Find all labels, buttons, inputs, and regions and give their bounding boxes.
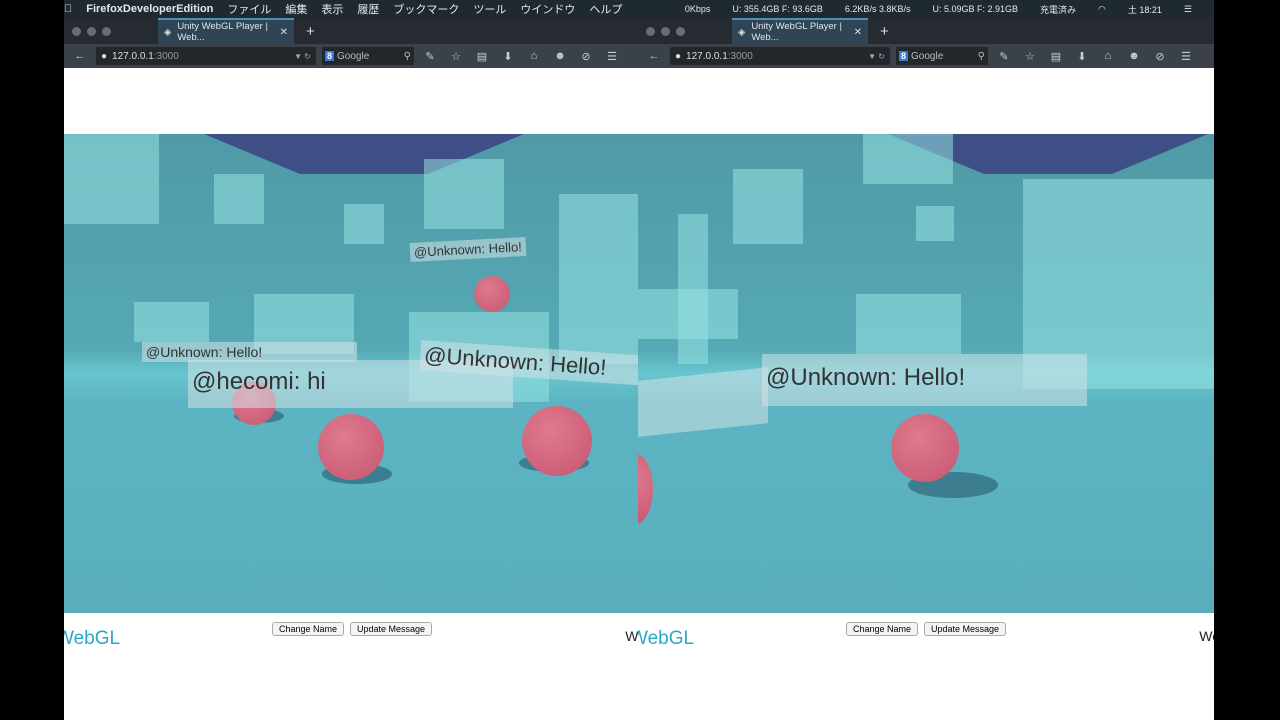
unity-game-canvas[interactable]: @Unknown: Hello! xyxy=(638,134,1214,613)
clipboard-icon[interactable]: ▤ xyxy=(472,50,492,63)
home-icon[interactable]: ⌂ xyxy=(524,50,544,62)
search-placeholder: Google xyxy=(911,50,944,62)
tab-title: Unity WebGL Player | Web... xyxy=(751,21,842,43)
url-bar[interactable]: ● 127.0.0.1:3000 ▼ ↻ xyxy=(670,47,890,65)
search-placeholder: Google xyxy=(337,50,370,62)
disk-status: U: 355.4GB F: 93.6GB xyxy=(732,4,823,14)
network-status: 0Kbps xyxy=(684,4,711,14)
block-icon[interactable]: ⊘ xyxy=(1150,50,1170,63)
menu-icon[interactable]: ☰ xyxy=(1176,50,1196,63)
url-host: 127.0.0.1 xyxy=(686,50,728,62)
dropdown-icon[interactable]: ▼ ↻ xyxy=(294,52,311,61)
download-icon[interactable]: ⬇ xyxy=(1072,50,1092,63)
url-host: 127.0.0.1 xyxy=(112,50,154,62)
unity-icon: ◈ xyxy=(738,26,746,38)
chat-label: @Unknown: Hello! xyxy=(409,236,527,263)
menu-file[interactable]: ファイル xyxy=(227,1,271,17)
chat-label: @Unknown: Hello! xyxy=(142,342,357,362)
update-message-button[interactable]: Update Message xyxy=(350,622,433,636)
search-input[interactable]: 8 Google ⚲ xyxy=(896,47,988,65)
unity-icon: ◈ xyxy=(164,26,172,38)
star-icon[interactable]: ☆ xyxy=(446,50,466,63)
google-icon[interactable]: 8 xyxy=(325,51,335,61)
tab-bar: ◈ Unity WebGL Player | Web... ✕ + xyxy=(638,18,1214,44)
tab-unity[interactable]: ◈ Unity WebGL Player | Web... ✕ xyxy=(732,18,868,44)
tab-unity[interactable]: ◈ Unity WebGL Player | Web... ✕ xyxy=(158,18,294,44)
menu-bookmarks[interactable]: ブックマーク xyxy=(393,1,459,17)
tab-bar: ◈ Unity WebGL Player | Web... ✕ + xyxy=(64,18,640,44)
search-input[interactable]: 8 Google ⚲ xyxy=(322,47,414,65)
chat-icon[interactable]: ☻ xyxy=(550,50,570,62)
clock[interactable]: 土 18:21 xyxy=(1128,3,1162,16)
nav-toolbar: ← ● 127.0.0.1:3000 ▼ ↻ 8 Google ⚲ ✎ ☆ ▤ ⬇ … xyxy=(638,44,1214,68)
star-icon[interactable]: ☆ xyxy=(1020,50,1040,63)
close-tab-icon[interactable]: ✕ xyxy=(280,27,288,38)
url-bar[interactable]: ● 127.0.0.1:3000 ▼ ↻ xyxy=(96,47,316,65)
change-name-button[interactable]: Change Name xyxy=(845,622,918,636)
clipboard-icon[interactable]: ▤ xyxy=(1046,50,1066,63)
wifi-icon[interactable]: ◠ xyxy=(1098,4,1106,15)
update-message-button[interactable]: Update Message xyxy=(924,622,1007,636)
menu-icon[interactable]: ☰ xyxy=(602,50,622,63)
memory-status: U: 5.09GB F: 2.91GB xyxy=(932,4,1019,14)
menu-view[interactable]: 表示 xyxy=(321,1,343,17)
menu-history[interactable]: 履歴 xyxy=(357,1,379,17)
search-icon[interactable]: ⚲ xyxy=(978,51,985,62)
home-icon[interactable]: ⌂ xyxy=(1098,50,1118,62)
wrench-icon[interactable]: ✎ xyxy=(994,50,1014,63)
menu-app-name[interactable]: FirefoxDeveloperEdition xyxy=(86,3,213,15)
change-name-button[interactable]: Change Name xyxy=(271,622,344,636)
back-icon[interactable]: ← xyxy=(644,50,664,62)
search-icon[interactable]: ⚲ xyxy=(404,51,411,62)
chat-label: @Unknown: Hello! xyxy=(762,354,1087,406)
new-tab-button[interactable]: + xyxy=(880,23,889,40)
dropdown-icon[interactable]: ▼ ↻ xyxy=(868,52,885,61)
wrench-icon[interactable]: ✎ xyxy=(420,50,440,63)
menu-window[interactable]: ウインドウ xyxy=(520,1,575,17)
menu-help[interactable]: ヘルプ xyxy=(589,1,622,17)
block-icon[interactable]: ⊘ xyxy=(576,50,596,63)
battery-status: 充電済み xyxy=(1040,4,1077,15)
unity-game-canvas[interactable]: @Unknown: Hello! @Unknown: Hello! @hecom… xyxy=(64,134,640,613)
menu-tools[interactable]: ツール xyxy=(473,1,506,17)
tab-title: Unity WebGL Player | Web... xyxy=(177,21,268,43)
url-port: :3000 xyxy=(727,50,753,62)
browser-window-left: ◈ Unity WebGL Player | Web... ✕ + ← ● 12… xyxy=(64,18,640,720)
net-speed-status: 6.2KB/s 3.8KB/s xyxy=(844,4,911,14)
globe-icon: ● xyxy=(101,50,108,62)
window-controls[interactable] xyxy=(72,26,158,36)
back-icon[interactable]: ← xyxy=(70,50,90,62)
menu-edit[interactable]: 編集 xyxy=(285,1,307,17)
close-tab-icon[interactable]: ✕ xyxy=(854,27,862,38)
chat-icon[interactable]: ☻ xyxy=(1124,50,1144,62)
page-footer: WebGL We Change Name Update Message xyxy=(64,613,640,720)
download-icon[interactable]: ⬇ xyxy=(498,50,518,63)
mac-menubar:  FirefoxDeveloperEdition ファイル 編集 表示 履歴 … xyxy=(64,0,1214,18)
apple-icon[interactable]:  xyxy=(64,3,72,15)
browser-window-right: ◈ Unity WebGL Player | Web... ✕ + ← ● 12… xyxy=(638,18,1214,720)
new-tab-button[interactable]: + xyxy=(306,23,315,40)
url-port: :3000 xyxy=(153,50,179,62)
list-icon[interactable]: ☰ xyxy=(1184,4,1192,15)
window-controls[interactable] xyxy=(646,26,732,36)
google-icon[interactable]: 8 xyxy=(899,51,909,61)
page-footer: WebGL We Change Name Update Message xyxy=(638,613,1214,720)
nav-toolbar: ← ● 127.0.0.1:3000 ▼ ↻ 8 Google ⚲ ✎ ☆ ▤ ⬇ … xyxy=(64,44,640,68)
globe-icon: ● xyxy=(675,50,682,62)
